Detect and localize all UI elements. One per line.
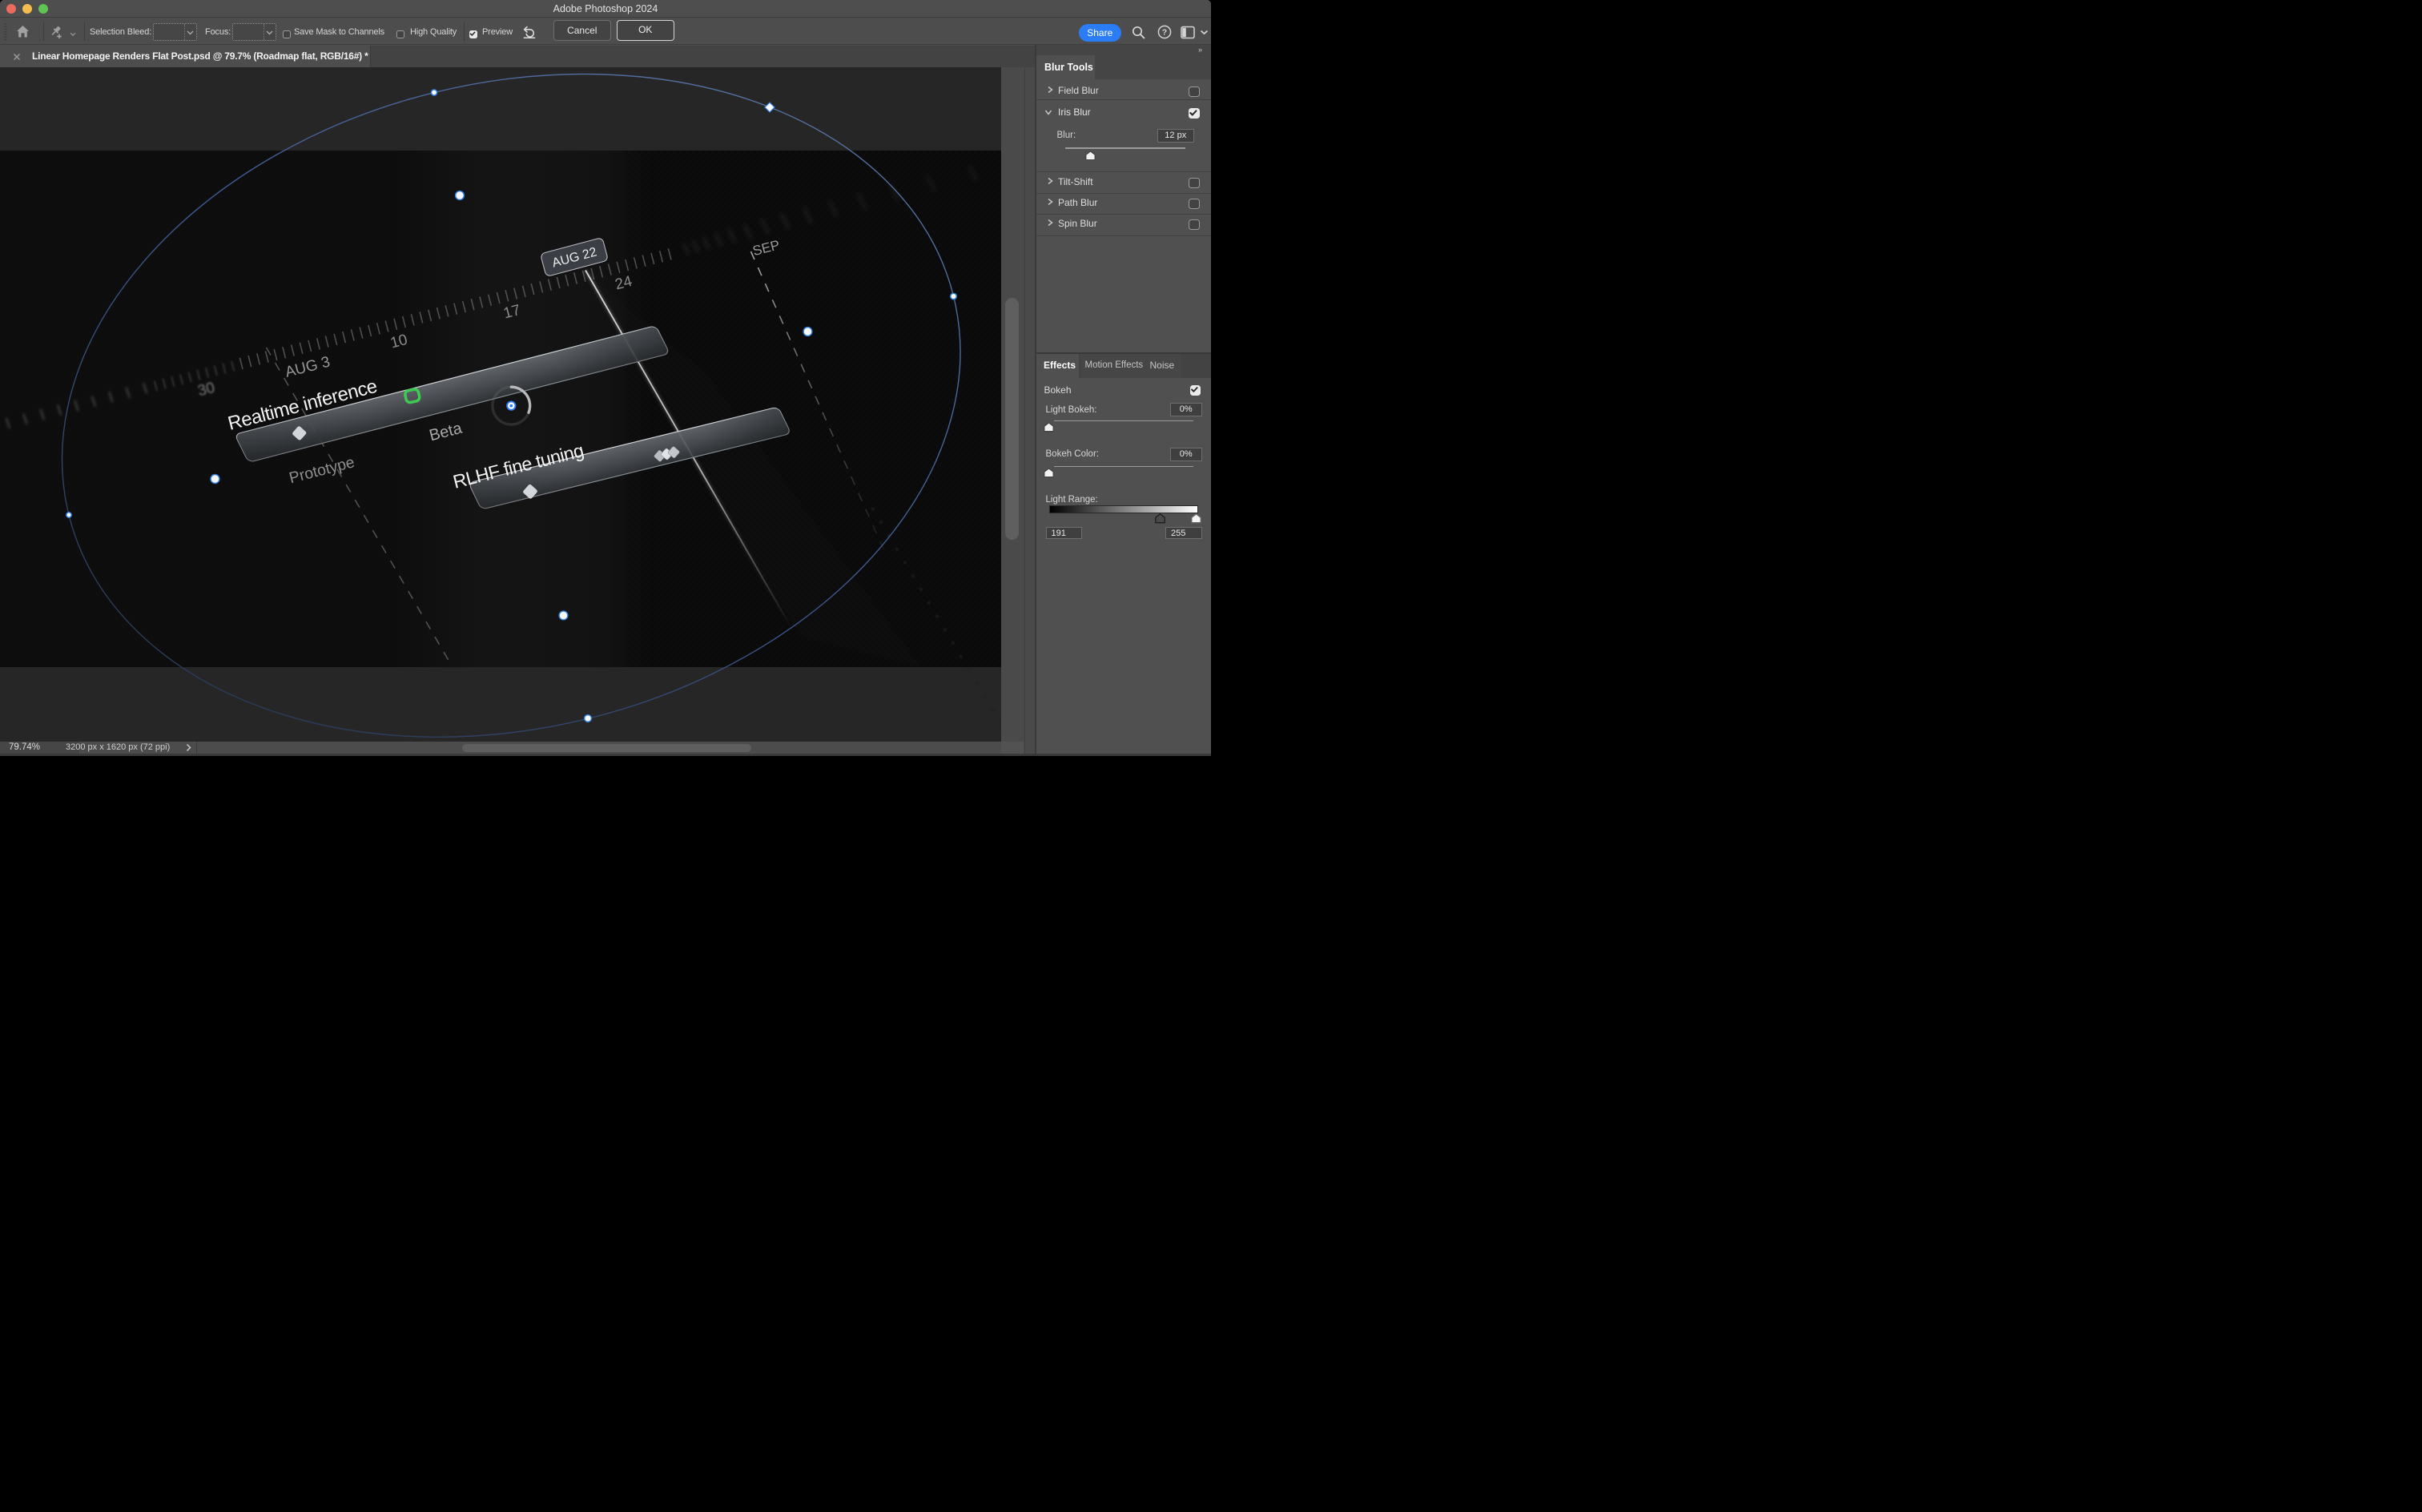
svg-text:?: ? — [1162, 28, 1167, 38]
